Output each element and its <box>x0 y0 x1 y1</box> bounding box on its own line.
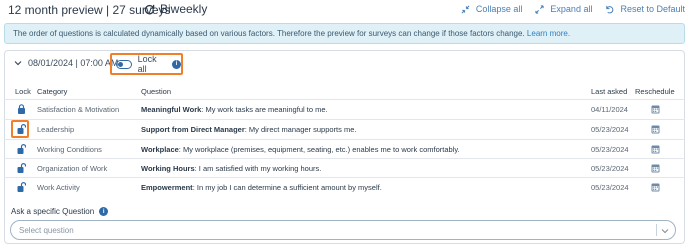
collapse-icon <box>461 5 470 13</box>
header-last-asked: Last asked <box>591 87 628 96</box>
lock-open-icon[interactable] <box>17 163 26 173</box>
row-question-text: : My direct manager supports me. <box>244 125 357 134</box>
survey-group-header[interactable]: 08/01/2024 | 07:00 AM <box>14 58 118 68</box>
lock-open-icon[interactable] <box>17 144 26 154</box>
frequency-selector[interactable]: Biweekly <box>144 2 207 16</box>
reset-default-label: Reset to Default <box>620 4 685 14</box>
calendar-icon[interactable] <box>651 104 660 114</box>
collapse-all-button[interactable]: Collapse all <box>461 4 523 14</box>
table-row: Satisfaction & Motivation Meaningful Work… <box>4 99 685 118</box>
row-question-text: : I am satisfied with my working hours. <box>194 164 322 173</box>
header-actions: Collapse all Expand all Reset to Default <box>461 4 685 14</box>
row-question: Meaningful Work: My work tasks are meani… <box>141 105 328 114</box>
info-icon[interactable]: i <box>99 207 109 216</box>
table-row: Organization of Work Working Hours: I am … <box>4 158 685 177</box>
row-question-text: : My workplace (premises, equipment, sea… <box>178 145 460 154</box>
row-question-title: Empowerment <box>141 183 193 192</box>
expand-icon <box>535 4 545 14</box>
calendar-icon[interactable] <box>651 144 660 154</box>
info-icon[interactable]: i <box>172 59 182 69</box>
learn-more-link[interactable]: Learn more. <box>527 29 570 38</box>
table-row: Working Conditions Workplace: My workplac… <box>4 139 685 158</box>
top-bar: 12 month preview | 27 surveys Biweekly C… <box>0 0 688 22</box>
calendar-icon[interactable] <box>651 124 660 134</box>
question-select[interactable]: Select question <box>10 220 676 240</box>
table-header: Lock Category Question Last asked Resche… <box>4 85 685 99</box>
row-question: Workplace: My workplace (premises, equip… <box>141 145 460 154</box>
header-reschedule: Reschedule <box>635 87 675 96</box>
header-lock: Lock <box>15 87 31 96</box>
select-divider <box>656 224 657 236</box>
header-category: Category <box>37 87 68 96</box>
collapse-all-label: Collapse all <box>475 4 523 14</box>
table-row: Work Activity Empowerment: In my job I ca… <box>4 177 685 196</box>
lock-all-control[interactable]: Lock all i <box>110 53 183 75</box>
refresh-icon <box>144 4 155 14</box>
calendar-icon[interactable] <box>651 182 660 192</box>
info-banner: The order of questions is calculated dyn… <box>4 23 685 44</box>
question-select-placeholder: Select question <box>19 226 74 235</box>
row-category: Leadership <box>37 125 75 134</box>
frequency-label: Biweekly <box>160 2 208 16</box>
row-question-title: Workplace <box>141 145 179 154</box>
undo-icon <box>606 5 614 13</box>
calendar-icon[interactable] <box>651 163 660 173</box>
survey-date: 08/01/2024 | 07:00 AM <box>28 58 119 68</box>
row-question-title: Support from Direct Manager <box>141 125 245 134</box>
expand-all-label: Expand all <box>550 4 593 14</box>
lock-all-label: Lock all <box>137 54 157 74</box>
row-last-asked: 05/23/2024 <box>591 183 629 192</box>
ask-specific-label: Ask a specific Question <box>11 207 95 216</box>
row-last-asked: 05/23/2024 <box>591 125 629 134</box>
row-category: Organization of Work <box>37 164 108 173</box>
chevron-down-icon[interactable] <box>661 227 669 235</box>
row-last-asked: 05/23/2024 <box>591 145 629 154</box>
lock-all-toggle[interactable] <box>116 59 132 69</box>
row-question: Working Hours: I am satisfied with my wo… <box>141 164 321 173</box>
chevron-down-icon[interactable] <box>14 59 22 67</box>
row-category: Working Conditions <box>37 145 102 154</box>
expand-all-button[interactable]: Expand all <box>535 4 592 14</box>
row-question-title: Working Hours <box>141 164 195 173</box>
header-question: Question <box>141 87 172 96</box>
row-question: Support from Direct Manager: My direct m… <box>141 125 356 134</box>
row-question-text: : My work tasks are meaningful to me. <box>201 105 328 114</box>
reset-default-button[interactable]: Reset to Default <box>605 4 685 14</box>
ask-specific-section: Ask a specific Question i <box>11 207 109 216</box>
table-row: Leadership Support from Direct Manager: M… <box>4 119 685 138</box>
row-last-asked: 05/23/2024 <box>591 164 629 173</box>
row-question-title: Meaningful Work <box>141 105 202 114</box>
lock-open-icon[interactable] <box>17 182 26 192</box>
info-banner-text: The order of questions is calculated dyn… <box>13 29 525 38</box>
row-question-text: : In my job I can determine a sufficient… <box>192 183 382 192</box>
lock-highlight <box>11 120 29 138</box>
row-category: Satisfaction & Motivation <box>37 105 120 114</box>
lock-closed-icon[interactable] <box>17 104 26 114</box>
row-last-asked: 04/11/2024 <box>591 105 628 114</box>
row-category: Work Activity <box>37 183 80 192</box>
row-question: Empowerment: In my job I can determine a… <box>141 183 382 192</box>
